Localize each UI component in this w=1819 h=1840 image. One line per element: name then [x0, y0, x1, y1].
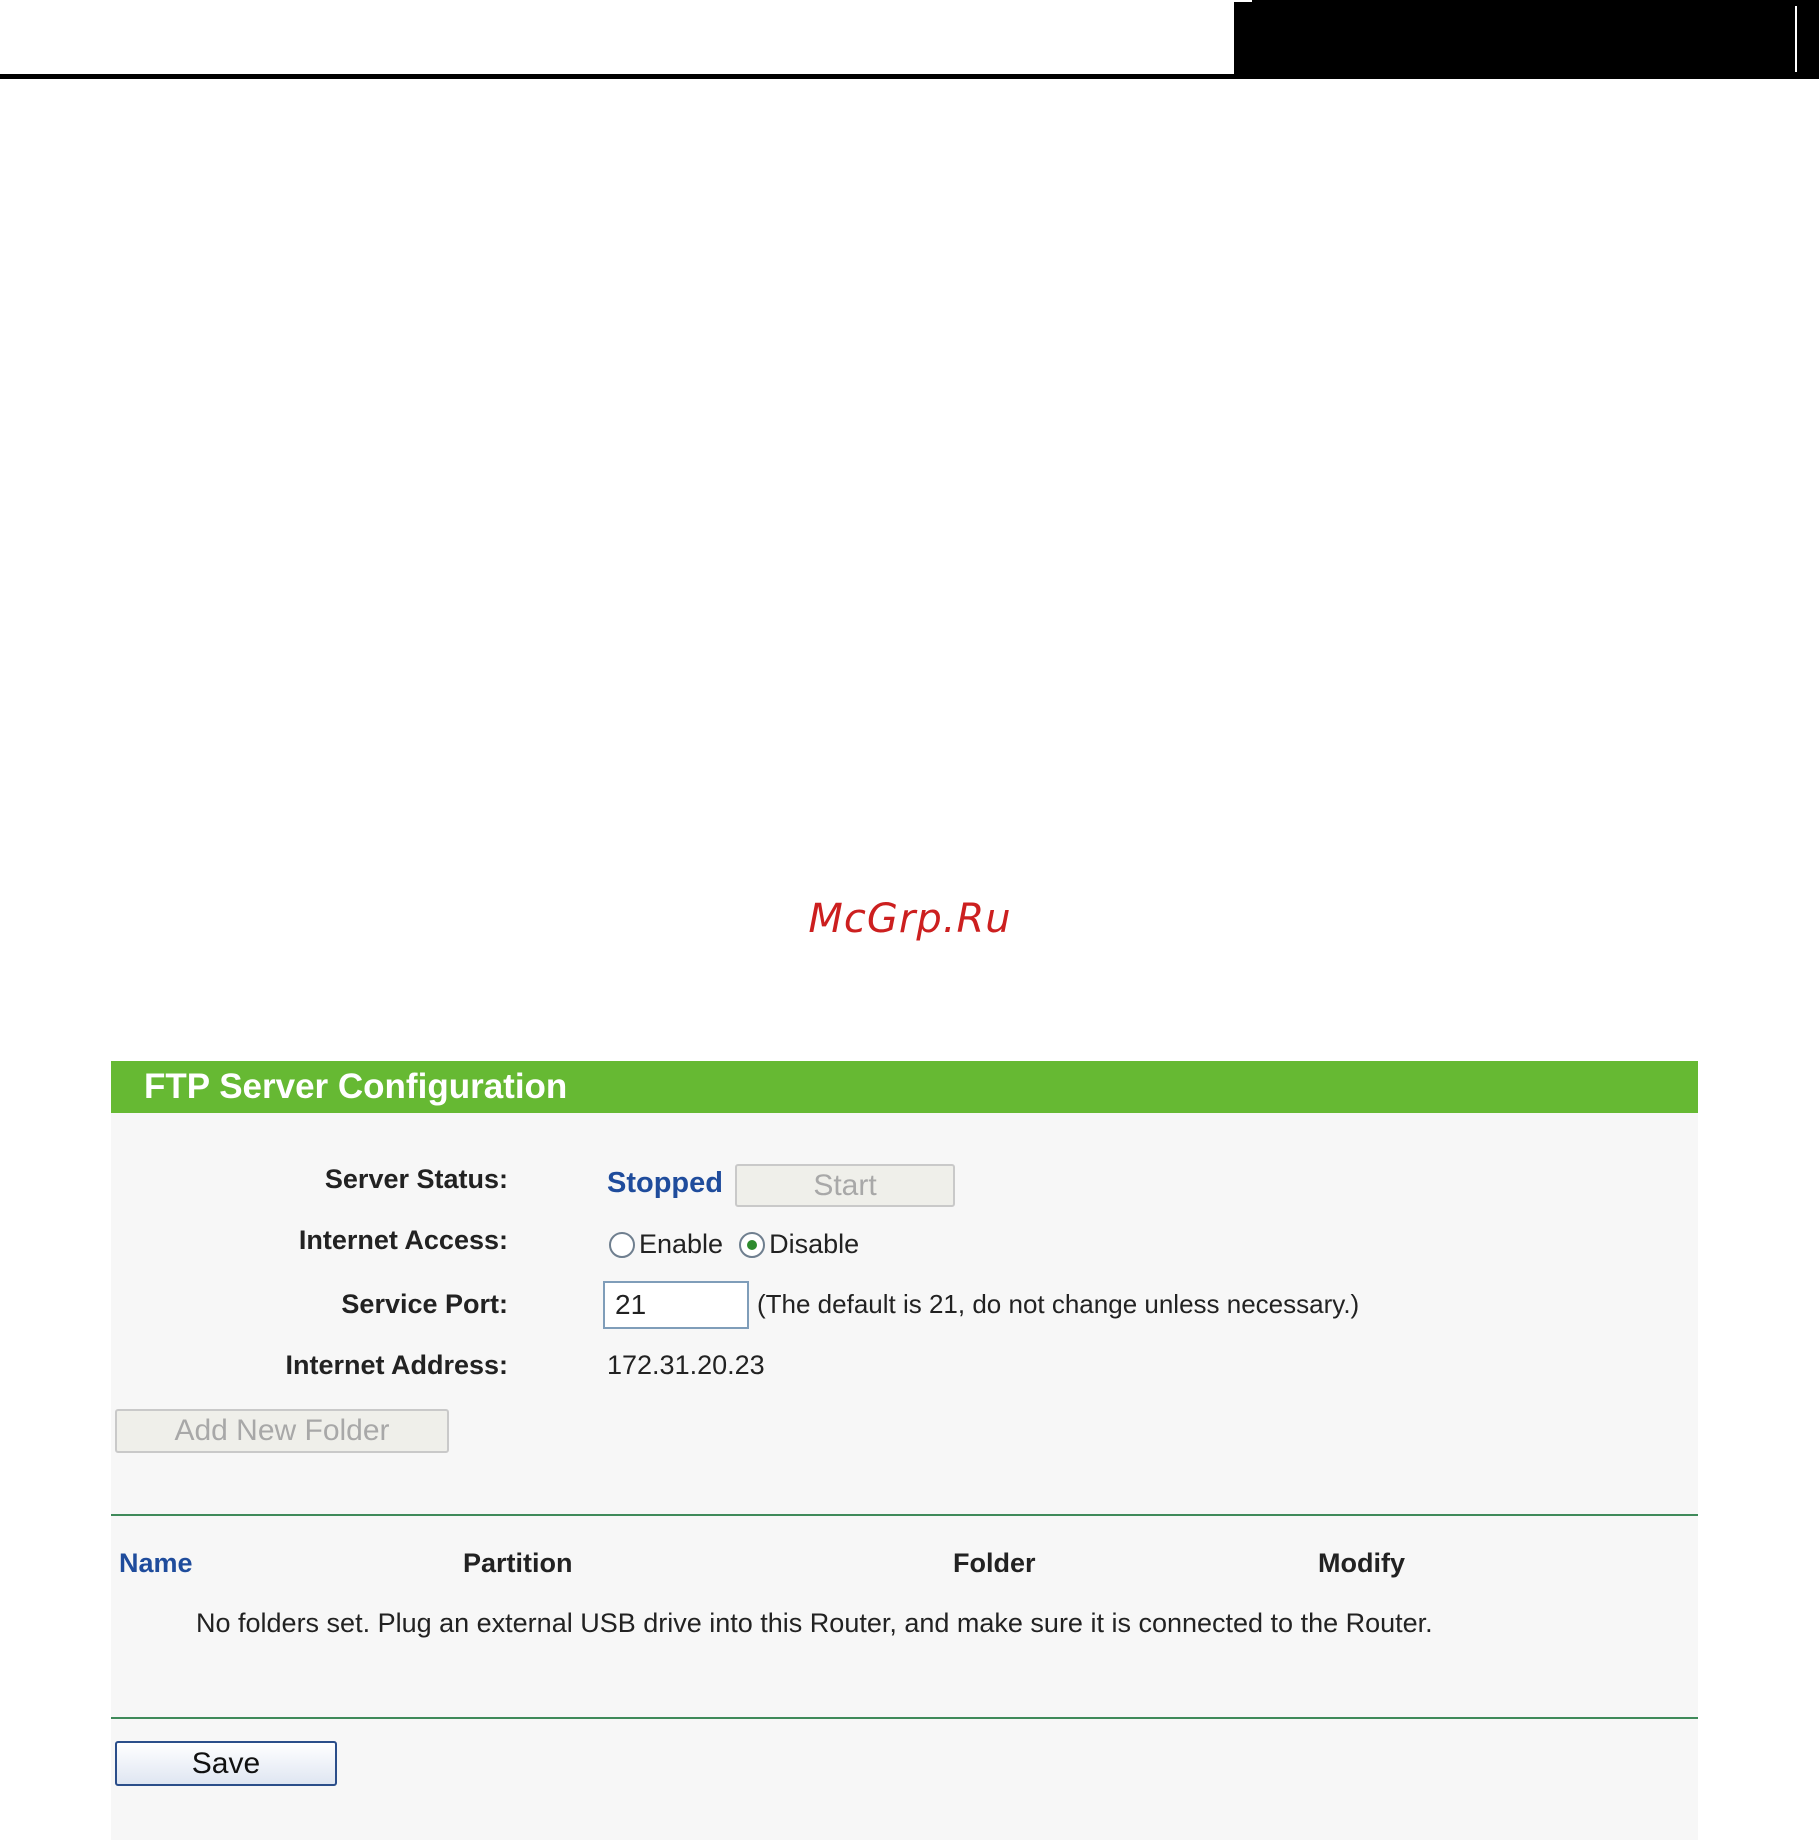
internet-address-row: Internet Address: 172.31.20.23: [111, 1350, 1698, 1398]
server-status-row: Server Status: Stopped Start: [111, 1164, 1698, 1212]
service-port-value-group: (The default is 21, do not change unless…: [595, 1281, 1359, 1329]
panel-title-bar: FTP Server Configuration: [111, 1061, 1698, 1113]
internet-address-label: Internet Address:: [285, 1350, 508, 1380]
internet-address-value: 172.31.20.23: [607, 1350, 765, 1380]
service-port-hint: (The default is 21, do not change unless…: [757, 1289, 1360, 1319]
service-port-row: Service Port: (The default is 21, do not…: [111, 1281, 1698, 1333]
folder-table-empty-message: No folders set. Plug an external USB dri…: [196, 1608, 1433, 1638]
doc-header-rule: [0, 74, 1819, 79]
save-button[interactable]: Save: [115, 1741, 337, 1786]
ftp-server-config-panel: FTP Server Configuration Server Status: …: [111, 1061, 1698, 1840]
column-header-modify: Modify: [1318, 1548, 1405, 1578]
column-header-folder: Folder: [953, 1548, 1036, 1578]
column-header-partition: Partition: [463, 1548, 573, 1578]
service-port-label: Service Port:: [341, 1289, 508, 1319]
server-status-value-group: Stopped Start: [595, 1164, 955, 1212]
internet-access-options: Enable Disable: [595, 1225, 871, 1273]
internet-access-radio-group: Enable Disable: [609, 1229, 871, 1260]
enable-radio-label[interactable]: Enable: [639, 1229, 723, 1260]
section-divider-top: [111, 1514, 1698, 1516]
enable-radio[interactable]: [609, 1231, 635, 1258]
disable-radio-label[interactable]: Disable: [769, 1229, 859, 1260]
doc-header-block: [1232, 0, 1819, 78]
start-button[interactable]: Start: [735, 1164, 955, 1207]
internet-access-label: Internet Access:: [298, 1225, 508, 1255]
server-status-value: Stopped: [607, 1167, 723, 1199]
column-header-name: Name: [119, 1548, 193, 1578]
add-new-folder-button[interactable]: Add New Folder: [115, 1409, 449, 1453]
radio-selected-dot: [747, 1239, 758, 1250]
internet-access-row: Internet Access: Enable Disable: [111, 1225, 1698, 1273]
server-status-label: Server Status:: [324, 1164, 508, 1194]
internet-address-value-group: 172.31.20.23: [595, 1350, 765, 1398]
header-crop-mark-right: [1795, 6, 1811, 72]
service-port-input[interactable]: [603, 1281, 749, 1329]
header-crop-mark-left: [1232, 0, 1252, 74]
watermark-text: McGrp.Ru: [808, 896, 1012, 942]
section-divider-bottom: [111, 1717, 1698, 1719]
panel-title: FTP Server Configuration: [144, 1067, 568, 1106]
disable-radio[interactable]: [739, 1231, 766, 1258]
folder-table-header: Name Partition Folder Modify: [111, 1548, 1698, 1584]
